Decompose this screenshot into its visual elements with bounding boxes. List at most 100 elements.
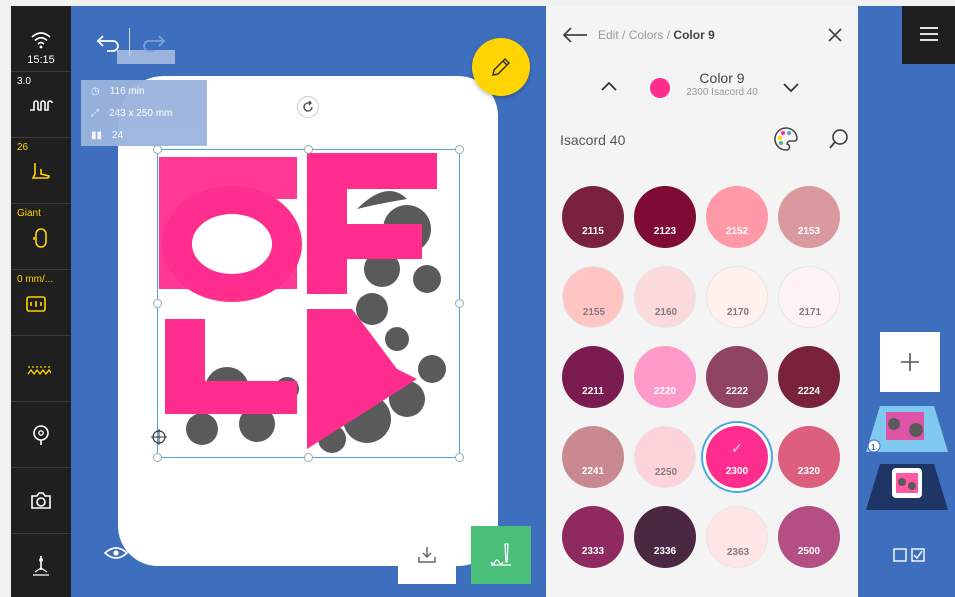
chevron-down-icon[interactable] — [782, 82, 800, 94]
hoop-name: Giant — [17, 208, 41, 219]
resize-handle-bottom-right[interactable] — [455, 453, 464, 462]
thread-tension-button[interactable]: 3.0 — [11, 72, 71, 138]
design-color-count: 24 — [112, 130, 124, 141]
download-icon — [418, 547, 436, 563]
selected-color-name: Color 9 — [699, 70, 745, 86]
stitch-needle-icon — [490, 543, 511, 566]
undo-redo-group — [81, 24, 175, 64]
color-swatch[interactable]: 2152 — [706, 186, 768, 248]
color-swatch[interactable]: 2320 — [778, 426, 840, 488]
search-icon[interactable] — [828, 128, 850, 150]
swatch-code: 2224 — [797, 386, 821, 397]
presser-foot-button[interactable]: 26 — [11, 138, 71, 204]
design-thumbnail-1[interactable] — [866, 406, 948, 452]
selected-color-dot — [650, 78, 670, 98]
left-toolbar: 15:15 3.0 26 Giant 0 mm/... — [11, 6, 71, 597]
swatch-code: 2153 — [797, 226, 821, 237]
breadcrumb-current: Color 9 — [673, 28, 715, 42]
swatch-code: 2211 — [582, 386, 604, 397]
resize-handle-right[interactable] — [455, 299, 464, 308]
resize-handle-top[interactable] — [304, 145, 313, 154]
target-icon — [33, 425, 49, 445]
close-icon[interactable] — [828, 28, 842, 42]
needle-down-button[interactable] — [11, 534, 71, 597]
clock-icon: ◷ — [91, 86, 100, 97]
color-swatch[interactable]: ✓ 2300 — [706, 426, 768, 488]
resize-handle-top-left[interactable] — [153, 145, 162, 154]
swatch-code: 2152 — [725, 226, 749, 237]
color-swatch[interactable]: 2115 — [562, 186, 624, 248]
color-swatch[interactable]: 2123 — [634, 186, 696, 248]
resize-handle-left[interactable] — [153, 299, 162, 308]
color-bars-icon: ▮▮ — [91, 130, 103, 141]
swatch-code: 2250 — [654, 467, 678, 478]
selection-box — [157, 149, 460, 458]
pencil-icon — [492, 57, 511, 76]
chevron-up-icon[interactable] — [600, 80, 618, 92]
palette-icon[interactable] — [773, 126, 799, 152]
design-thumbnail-2[interactable] — [866, 464, 948, 510]
swatch-code: 2115 — [582, 226, 604, 237]
eye-icon[interactable] — [104, 545, 128, 561]
download-button[interactable] — [398, 526, 456, 584]
thread-tension-icon — [30, 100, 53, 111]
crosshair-icon — [151, 429, 167, 445]
color-swatch[interactable]: 2500 — [778, 506, 840, 568]
swatch-code: 2333 — [581, 546, 605, 557]
swatch-code: 2155 — [582, 307, 606, 318]
color-swatch[interactable]: 2155 — [562, 266, 624, 328]
embroidery-canvas[interactable]: ◷ 116 min ⤢ 243 x 250 mm ▮▮ 24 — [71, 6, 546, 597]
stitch-pattern-button[interactable] — [11, 336, 71, 402]
swatch-code: 2160 — [654, 307, 678, 318]
hamburger-icon — [920, 27, 938, 41]
color-swatch[interactable]: 2171 — [778, 266, 840, 328]
color-swatch[interactable]: 2333 — [562, 506, 624, 568]
undo-icon[interactable] — [95, 32, 121, 52]
stitch-length-button[interactable]: 0 mm/... — [11, 270, 71, 336]
color-swatch[interactable]: 2170 — [706, 266, 768, 328]
resize-handle-bottom[interactable] — [304, 453, 313, 462]
stitch-program-icon — [26, 296, 46, 312]
color-swatch[interactable]: 2224 — [778, 346, 840, 408]
color-swatch[interactable]: 2222 — [706, 346, 768, 408]
color-swatch[interactable]: 2241 — [562, 426, 624, 488]
edit-pencil-button[interactable] — [472, 38, 530, 96]
color-swatch[interactable]: 2336 — [634, 506, 696, 568]
breadcrumb: Edit / Colors / Color 9 — [598, 28, 715, 42]
swatch-code: 2220 — [653, 386, 677, 397]
rotate-icon — [303, 101, 313, 112]
color-selector: Color 9 2300 Isacord 40 — [546, 66, 858, 106]
color-swatch[interactable]: 2363 — [706, 506, 768, 568]
color-swatch[interactable]: 2220 — [634, 346, 696, 408]
wifi-icon — [31, 32, 51, 49]
back-arrow-icon[interactable] — [562, 26, 588, 44]
camera-button[interactable] — [11, 468, 71, 534]
color-swatch[interactable]: 2160 — [634, 266, 696, 328]
selected-color-sub: 2300 Isacord 40 — [686, 87, 758, 98]
rotate-handle[interactable] — [297, 96, 319, 118]
clock-time: 15:15 — [27, 54, 55, 66]
swatch-code: 2171 — [798, 307, 822, 318]
stitch-length-value: 0 mm/... — [17, 274, 54, 285]
hoop-button[interactable]: Giant — [11, 204, 71, 270]
needle-position-button[interactable] — [11, 402, 71, 468]
redo-icon[interactable] — [141, 32, 167, 52]
check-icon: ✓ — [731, 440, 743, 456]
needle-icon — [33, 556, 49, 576]
breadcrumb-edit[interactable]: Edit — [598, 28, 619, 42]
app-frame: 15:15 3.0 26 Giant 0 mm/... ◷ 116 min ⤢ … — [11, 6, 955, 597]
swatch-code: 2500 — [797, 546, 821, 557]
go-to-stitchout-button[interactable] — [471, 526, 531, 584]
wifi-status[interactable]: 15:15 — [11, 6, 71, 72]
color-swatch[interactable]: 2250 — [634, 426, 696, 488]
menu-button[interactable] — [902, 6, 955, 64]
hoop-icon — [33, 228, 47, 248]
resize-handle-top-right[interactable] — [455, 145, 464, 154]
breadcrumb-colors[interactable]: Colors — [629, 28, 664, 42]
add-design-button[interactable] — [880, 332, 940, 392]
presser-foot-icon — [31, 163, 50, 179]
color-swatch[interactable]: 2153 — [778, 186, 840, 248]
color-swatch[interactable]: 2211 — [562, 346, 624, 408]
resize-handle-bottom-left[interactable] — [153, 453, 162, 462]
multi-select-icon[interactable] — [893, 548, 927, 562]
